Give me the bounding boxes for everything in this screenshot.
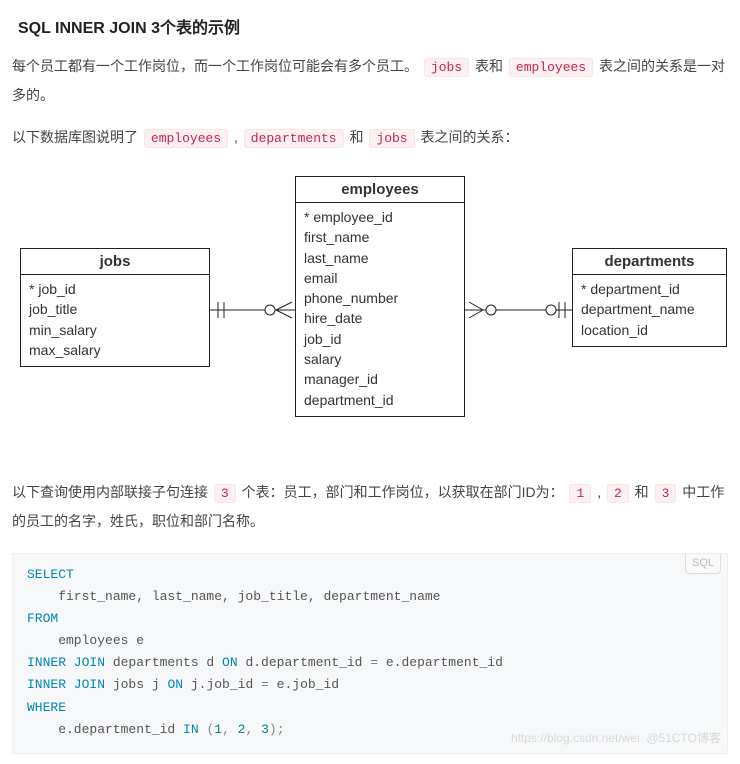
code-num: 3 — [214, 484, 236, 503]
kw-on: ON — [222, 655, 238, 670]
entity-jobs: jobs * job_id job_title min_salary max_s… — [20, 248, 210, 367]
code-text: j.job_id — [183, 677, 261, 692]
kw-join: INNER JOIN — [27, 677, 105, 692]
num: 1 — [214, 722, 222, 737]
field: department_name — [581, 299, 718, 319]
field: salary — [304, 349, 456, 369]
text: 表和 — [475, 58, 507, 74]
watermark: https://blog.csdn.net/wei @51CTO博客 — [511, 728, 721, 748]
num: 3 — [261, 722, 269, 737]
code-text: e.job_id — [269, 677, 339, 692]
code-block: SQL SELECT first_name, last_name, job_tit… — [12, 553, 728, 754]
paragraph-2: 以下数据库图说明了 employees , departments 和 jobs… — [12, 123, 728, 152]
field: max_salary — [29, 340, 201, 360]
entity-name: departments — [573, 249, 726, 275]
code-text: jobs j — [105, 677, 167, 692]
text: , — [234, 129, 242, 145]
code-text: departments d — [105, 655, 222, 670]
code-text: e.department_id — [378, 655, 503, 670]
text: 以下数据库图说明了 — [12, 129, 142, 145]
num: 2 — [238, 722, 246, 737]
code-jobs: jobs — [424, 58, 469, 77]
entity-employees: employees * employee_id first_name last_… — [295, 176, 465, 417]
punct: ( — [199, 722, 215, 737]
code-num: 3 — [655, 484, 677, 503]
op-eq: = — [261, 677, 269, 692]
text: 和 — [635, 484, 653, 500]
code-departments: departments — [244, 129, 344, 148]
field: job_id — [304, 329, 456, 349]
code-employees: employees — [509, 58, 593, 77]
punct: , — [245, 722, 261, 737]
field: department_id — [304, 390, 456, 410]
field: hire_date — [304, 308, 456, 328]
kw-in: IN — [183, 722, 199, 737]
kw-on: ON — [167, 677, 183, 692]
field: location_id — [581, 320, 718, 340]
field: * job_id — [29, 279, 201, 299]
field: first_name — [304, 227, 456, 247]
kw-from: FROM — [27, 611, 58, 626]
code-lang-tag: SQL — [685, 554, 721, 574]
code-employees: employees — [144, 129, 228, 148]
text: , — [597, 484, 605, 500]
kw-join: INNER JOIN — [27, 655, 105, 670]
field: manager_id — [304, 369, 456, 389]
er-diagram: jobs * job_id job_title min_salary max_s… — [12, 170, 728, 450]
entity-name: jobs — [21, 249, 209, 275]
text: 每个员工都有一个工作岗位，而一个工作岗位可能会有多个员工。 — [12, 58, 422, 74]
text: 和 — [350, 129, 368, 145]
code-text: e.department_id — [27, 722, 183, 737]
article-title: SQL INNER JOIN 3个表的示例 — [18, 14, 728, 38]
punct: , — [222, 722, 238, 737]
field: min_salary — [29, 320, 201, 340]
entity-departments: departments * department_id department_n… — [572, 248, 727, 347]
field: last_name — [304, 248, 456, 268]
op-eq: = — [370, 655, 378, 670]
code-num: 1 — [569, 484, 591, 503]
entity-name: employees — [296, 177, 464, 203]
field: email — [304, 268, 456, 288]
relation-employees-departments — [465, 298, 573, 322]
code-table: employees e — [27, 633, 144, 648]
entity-fields: * employee_id first_name last_name email… — [296, 203, 464, 416]
code-cols: first_name, last_name, job_title, depart… — [27, 589, 440, 604]
field: * department_id — [581, 279, 718, 299]
field: phone_number — [304, 288, 456, 308]
paragraph-3: 以下查询使用内部联接子句连接 3 个表：员工，部门和工作岗位，以获取在部门ID为… — [12, 478, 728, 535]
text: 个表：员工，部门和工作岗位，以获取在部门ID为： — [242, 484, 568, 500]
code-text: d.department_id — [238, 655, 371, 670]
paragraph-1: 每个员工都有一个工作岗位，而一个工作岗位可能会有多个员工。 jobs 表和 em… — [12, 52, 728, 109]
code-num: 2 — [607, 484, 629, 503]
field: job_title — [29, 299, 201, 319]
code-jobs: jobs — [369, 129, 414, 148]
kw-select: SELECT — [27, 567, 74, 582]
kw-where: WHERE — [27, 700, 66, 715]
text: 以下查询使用内部联接子句连接 — [12, 484, 212, 500]
punct: ); — [269, 722, 285, 737]
entity-fields: * department_id department_name location… — [573, 275, 726, 346]
text: 表之间的关系： — [421, 129, 519, 145]
entity-fields: * job_id job_title min_salary max_salary — [21, 275, 209, 366]
field: * employee_id — [304, 207, 456, 227]
relation-jobs-employees — [210, 298, 296, 322]
